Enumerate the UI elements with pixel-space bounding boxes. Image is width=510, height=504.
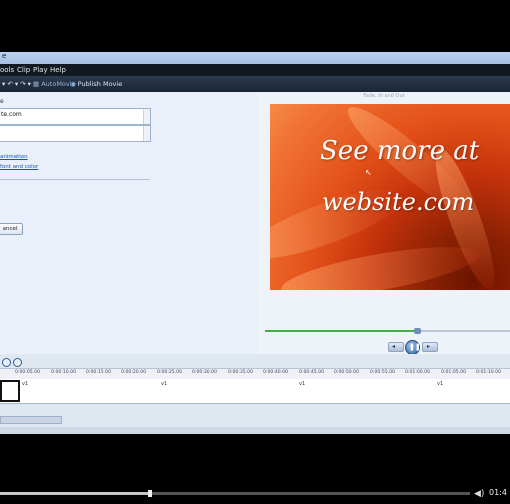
editor-heading: e <box>0 98 4 105</box>
video-track[interactable]: v1 v1 v1 v1 <box>0 379 510 404</box>
ruler-tick: 0:01:05.00 <box>441 370 467 375</box>
ruler-tick: 0:01:00.00 <box>405 370 431 375</box>
desktop-screen: e ools Clip Play Help ▾ ↶ ▾ ↷ ▾ ▦ AutoMo… <box>0 52 510 434</box>
ruler-tick: 0:00:15.00 <box>86 370 112 375</box>
preview-text-line1: See more at <box>320 136 480 166</box>
preview-seek-fill <box>265 330 417 332</box>
publish-movie-label: Publish Movie <box>77 80 123 88</box>
track-label: v1 <box>437 381 444 387</box>
playback-controls: ◂ ❚❚ ▸ <box>386 340 440 355</box>
preview-text-line2: website.com <box>322 188 475 216</box>
ruler-tick: 0:00:20.00 <box>121 370 147 375</box>
divider <box>0 179 150 180</box>
ruler-tick: 0:00:45.00 <box>299 370 325 375</box>
volume-icon[interactable]: ◀) <box>474 489 484 499</box>
video-progress-fill <box>0 492 151 495</box>
ruler-tick: 0:00:30.00 <box>192 370 218 375</box>
cancel-button[interactable]: ancel <box>0 223 23 235</box>
ruler-tick: 0:00:35.00 <box>228 370 254 375</box>
pause-icon: ❚❚ <box>409 343 421 351</box>
video-progress-thumb[interactable] <box>148 490 153 497</box>
forward-button[interactable]: ▸ <box>422 342 438 352</box>
window-titlebar: e <box>0 52 510 64</box>
zoom-in-icon[interactable] <box>2 358 11 367</box>
menu-tools[interactable]: ools <box>0 66 14 74</box>
ruler-tick: 0:00:55.00 <box>370 370 396 375</box>
subtitle-text-scrollbar[interactable] <box>143 126 150 141</box>
ruler-tick: 0:01:10.00 <box>476 370 502 375</box>
preview-seek-thumb[interactable] <box>413 328 421 334</box>
preview-pane: Fade, In and Out See more at website.com… <box>258 92 510 355</box>
timeline-scrollbar[interactable] <box>0 416 62 424</box>
timeline-clip[interactable] <box>0 380 20 402</box>
timeline-panel: 0:00:05.00 0:00:10.00 0:00:15.00 0:00:20… <box>0 354 510 434</box>
playback-time: 01:4 <box>489 488 507 497</box>
ruler-tick: 0:00:05.00 <box>15 370 41 375</box>
track-label: v1 <box>299 381 306 387</box>
automovie-icon: ▦ <box>33 80 40 88</box>
preview-monitor: See more at website.com ↖ <box>270 104 510 290</box>
ruler-tick: 0:00:50.00 <box>334 370 360 375</box>
title-text-value: te.com <box>1 111 22 118</box>
toolbar: ▾ ↶ ▾ ↷ ▾ ▦ AutoMovie ◉ Publish Movie <box>0 76 510 92</box>
ruler-tick: 0:00:25.00 <box>157 370 183 375</box>
menu-play[interactable]: Play <box>33 66 48 74</box>
pause-button[interactable]: ❚❚ <box>405 340 421 355</box>
status-bar <box>0 427 510 434</box>
menu-bar: ools Clip Play Help <box>0 64 510 76</box>
mouse-cursor-icon: ↖ <box>365 168 372 177</box>
rewind-button[interactable]: ◂ <box>388 342 404 352</box>
video-player-controls: ◀) 01:4 <box>0 484 510 504</box>
forward-icon: ▸ <box>427 343 431 350</box>
change-animation-link[interactable]: animation <box>0 154 28 160</box>
title-text-scrollbar[interactable] <box>143 109 150 124</box>
zoom-out-icon[interactable] <box>13 358 22 367</box>
subtitle-text-input[interactable] <box>0 125 151 142</box>
preview-title: Fade, In and Out <box>363 93 405 99</box>
menu-help[interactable]: Help <box>50 66 66 74</box>
preview-seek-bar[interactable] <box>265 328 510 334</box>
menu-clip[interactable]: Clip <box>17 66 30 74</box>
video-progress-bar[interactable] <box>0 490 470 497</box>
title-text-input[interactable]: te.com <box>0 108 151 125</box>
window-title: e <box>2 52 7 60</box>
undo-redo-buttons[interactable]: ▾ ↶ ▾ ↷ ▾ <box>2 80 31 88</box>
rewind-icon: ◂ <box>392 343 396 350</box>
title-editor-pane: e te.com animation font and color ancel <box>0 92 258 354</box>
publish-movie-button[interactable]: ◉ Publish Movie <box>70 80 122 88</box>
track-label: v1 <box>161 381 168 387</box>
track-label: v1 <box>22 381 29 387</box>
ruler-tick: 0:00:10.00 <box>51 370 77 375</box>
ruler-tick: 0:00:40.00 <box>263 370 289 375</box>
change-font-link[interactable]: font and color <box>0 164 38 170</box>
publish-icon: ◉ <box>70 80 76 88</box>
